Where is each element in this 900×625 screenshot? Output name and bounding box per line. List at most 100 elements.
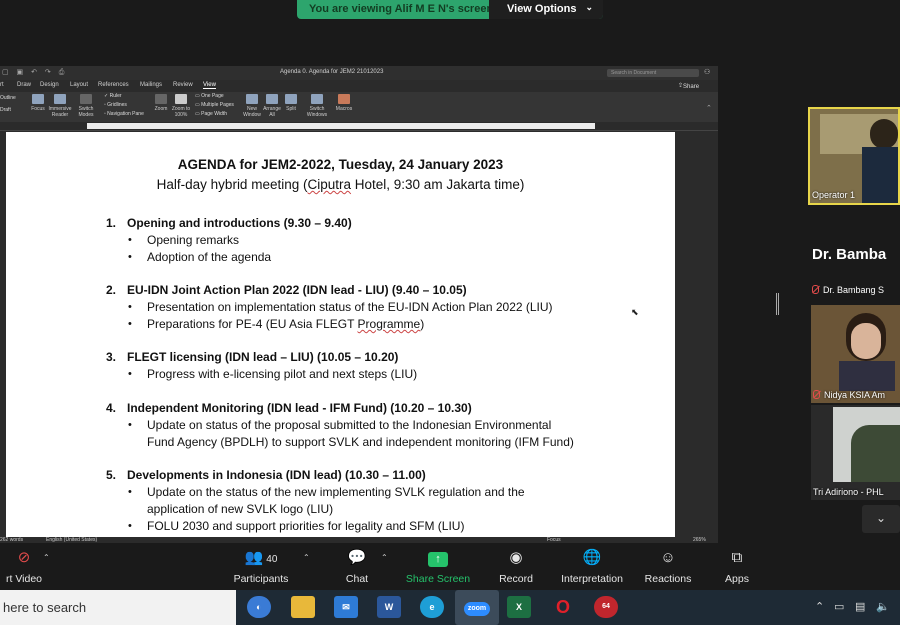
- ruler-label: Ruler: [109, 93, 122, 99]
- globe-icon: 🌐: [582, 549, 602, 566]
- macros-button[interactable]: Macros: [334, 94, 354, 112]
- one-page-label: One Page: [201, 93, 224, 99]
- focus-button[interactable]: Focus: [29, 94, 47, 112]
- zoom-button[interactable]: Zoom: [152, 94, 170, 112]
- tab-insert[interactable]: rt: [0, 82, 4, 88]
- share-banner-text: You are viewing Alif M E N's screen: [309, 3, 494, 15]
- excel-icon[interactable]: X: [507, 596, 531, 618]
- outline-button[interactable]: Outline: [0, 95, 16, 101]
- item-number: 1.: [106, 216, 117, 230]
- bullet-text: Preparations for PE-4 (EU Asia FLEGT: [147, 317, 358, 331]
- apps-button[interactable]: ⧉ Apps: [722, 543, 752, 585]
- bullet-item: • Adoption of the agenda: [128, 249, 272, 266]
- share-button[interactable]: ⇪ Share: [678, 82, 699, 90]
- tab-mailings[interactable]: Mailings: [140, 82, 162, 88]
- item-number: 2.: [106, 283, 117, 297]
- multiple-pages-button[interactable]: ▭ Multiple Pages: [195, 102, 234, 108]
- switch-windows-button[interactable]: Switch Windows: [305, 94, 329, 118]
- item-heading: Opening and introductions (9.30 – 9.40): [127, 216, 352, 230]
- volume-icon[interactable]: 🔈: [876, 600, 890, 613]
- video-tile-tri[interactable]: Tri Adiriono - PHL: [811, 405, 900, 500]
- edge-icon[interactable]: e: [420, 596, 444, 618]
- zoom-glyph: zoom: [455, 590, 499, 625]
- zoom-taskbar-icon[interactable]: zoom: [455, 590, 499, 625]
- reactions-button[interactable]: ☺ Reactions: [643, 543, 693, 585]
- tab-draw[interactable]: Draw: [17, 82, 31, 88]
- screen-share-banner: You are viewing Alif M E N's screen View…: [297, 0, 603, 19]
- focus-label: Focus: [31, 106, 45, 112]
- account-icon[interactable]: ⚇: [704, 68, 710, 76]
- arrange-all-button[interactable]: Arrange All: [263, 94, 281, 118]
- quick-access-icons[interactable]: ▢ ▣ ↶ ↷ ⎙: [2, 68, 67, 77]
- bullet-item: • Opening remarks: [128, 232, 239, 249]
- record-label: Record: [499, 573, 533, 585]
- new-window-icon: [246, 94, 258, 104]
- edge-legacy-icon[interactable]: ◐: [247, 596, 271, 618]
- document-page[interactable]: AGENDA for JEM2-2022, Tuesday, 24 Januar…: [6, 132, 675, 537]
- draft-button[interactable]: Draft: [0, 107, 11, 113]
- participant-name: Operator 1: [812, 190, 856, 200]
- network-icon[interactable]: ▭: [834, 600, 844, 613]
- taskbar-search-box[interactable]: here to search: [0, 590, 236, 625]
- bullet-icon: •: [128, 318, 132, 330]
- navigation-pane-checkbox[interactable]: ▫ Navigation Pane: [104, 111, 144, 117]
- switch-modes-button[interactable]: Switch Modes: [76, 94, 96, 118]
- agenda-title: AGENDA for JEM2-2022, Tuesday, 24 Januar…: [177, 157, 504, 172]
- opera-icon[interactable]: O: [551, 596, 575, 618]
- subtitle-post: Hotel, 9:30 am Jakarta time): [351, 177, 525, 192]
- share-screen-button[interactable]: ↑ Share Screen: [404, 543, 472, 585]
- gridlines-checkbox[interactable]: ▫ Gridlines: [104, 102, 127, 108]
- badge-glyph: 64: [594, 596, 618, 618]
- tray-chevron-icon[interactable]: ⌃: [815, 600, 824, 613]
- badge-app-icon[interactable]: 64: [594, 596, 618, 618]
- bullet-item: • Presentation on implementation status o…: [128, 299, 553, 316]
- participants-button[interactable]: 👥 40 Participants: [226, 543, 296, 585]
- immersive-reader-button[interactable]: Immersive Reader: [47, 94, 73, 118]
- word-icon[interactable]: W: [377, 596, 401, 618]
- chat-options-caret[interactable]: ⌃: [381, 553, 388, 562]
- smile-icon: ☺: [660, 549, 676, 566]
- video-tile-operator[interactable]: Operator 1: [808, 107, 900, 205]
- view-options-button[interactable]: View Options ⌄: [489, 0, 603, 19]
- meeting-toolbar: ⊘ rt Video ⌃ 👥 40 Participants ⌃ 💬 Chat ⌃ ↑ S…: [0, 543, 900, 590]
- interpretation-button[interactable]: 🌐 Interpretation: [556, 543, 628, 585]
- panel-resize-handle[interactable]: [776, 293, 779, 315]
- split-label: Split: [286, 106, 296, 112]
- page-width-button[interactable]: ▭ Page Width: [195, 111, 227, 117]
- tab-review[interactable]: Review: [173, 82, 193, 88]
- item-heading: FLEGT licensing (IDN lead – LIU) (10.05 …: [127, 350, 399, 364]
- mail-icon[interactable]: ✉: [334, 596, 358, 618]
- focus-icon: [32, 94, 44, 104]
- record-button[interactable]: ◉ Record: [495, 543, 537, 585]
- collapse-ribbon-icon[interactable]: ⌃: [706, 104, 712, 112]
- person-body: [862, 147, 898, 203]
- horizontal-ruler[interactable]: [0, 122, 718, 131]
- tab-design[interactable]: Design: [40, 82, 59, 88]
- chevron-down-icon[interactable]: ⌄: [862, 505, 900, 533]
- tab-view[interactable]: View: [203, 82, 216, 89]
- participant-name: Dr. Bambang S: [823, 285, 885, 295]
- video-options-caret[interactable]: ⌃: [43, 553, 50, 562]
- new-window-button[interactable]: New Window: [243, 94, 261, 118]
- arrange-all-icon: [266, 94, 278, 104]
- bullet-item: • Update on the status of the new impleme…: [128, 484, 525, 501]
- document-scroll-area[interactable]: [675, 132, 718, 537]
- search-in-document-input[interactable]: Search in Document: [607, 69, 699, 77]
- chat-button[interactable]: 💬 Chat: [340, 543, 374, 585]
- participant-name: Nidya KSIA Am: [813, 390, 885, 400]
- video-tile-nidya[interactable]: Nidya KSIA Am: [811, 305, 900, 403]
- file-explorer-icon[interactable]: [291, 596, 315, 618]
- one-page-button[interactable]: ▭ One Page: [195, 93, 224, 99]
- bullet-text: Adoption of the agenda: [147, 250, 272, 264]
- zoom-100-button[interactable]: Zoom to 100%: [170, 94, 192, 118]
- participants-options-caret[interactable]: ⌃: [303, 553, 310, 562]
- tab-references[interactable]: References: [98, 82, 129, 88]
- start-video-button[interactable]: ⊘ rt Video: [0, 543, 48, 585]
- ruler-checkbox[interactable]: ✓ Ruler: [104, 93, 122, 99]
- apps-label: Apps: [725, 573, 749, 585]
- bullet-item: • FOLU 2030 and support priorities for le…: [128, 518, 464, 535]
- zoom-meeting-window: You are viewing Alif M E N's screen View…: [0, 0, 900, 625]
- tab-layout[interactable]: Layout: [70, 82, 88, 88]
- split-button[interactable]: Split: [283, 94, 299, 112]
- display-icon[interactable]: ▤: [855, 600, 865, 613]
